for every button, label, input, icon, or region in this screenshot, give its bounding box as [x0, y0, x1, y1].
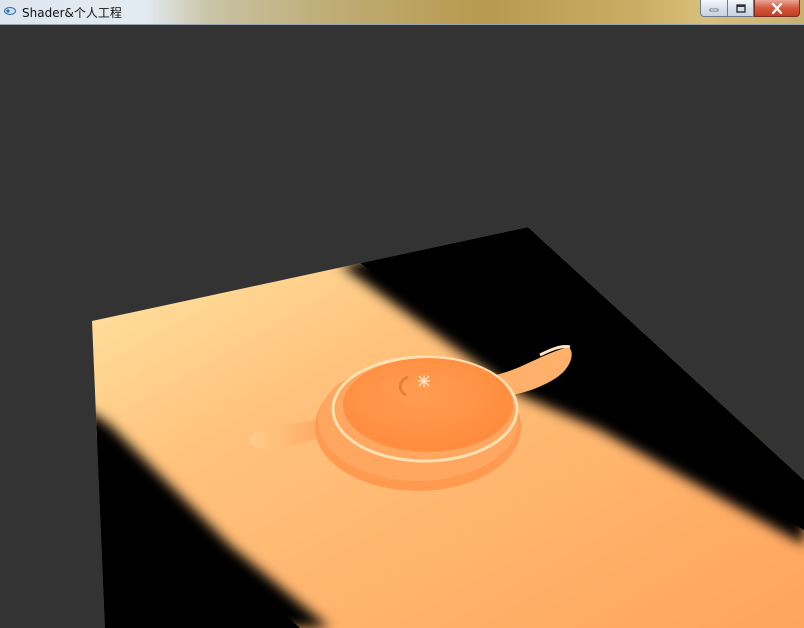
minimize-icon [709, 8, 719, 12]
maximize-button[interactable] [727, 0, 754, 17]
window-title: Shader&个人工程 [22, 6, 122, 20]
rendered-scene [92, 227, 804, 628]
close-icon [771, 2, 783, 14]
window-controls [700, 0, 800, 18]
maximize-icon [735, 3, 746, 13]
title-bar[interactable]: Shader&个人工程 [0, 0, 804, 25]
render-viewport[interactable] [0, 25, 804, 628]
app-icon [4, 7, 16, 15]
app-window: Shader&个人工程 [0, 0, 804, 628]
minimize-button[interactable] [700, 0, 727, 17]
close-button[interactable] [754, 0, 800, 17]
